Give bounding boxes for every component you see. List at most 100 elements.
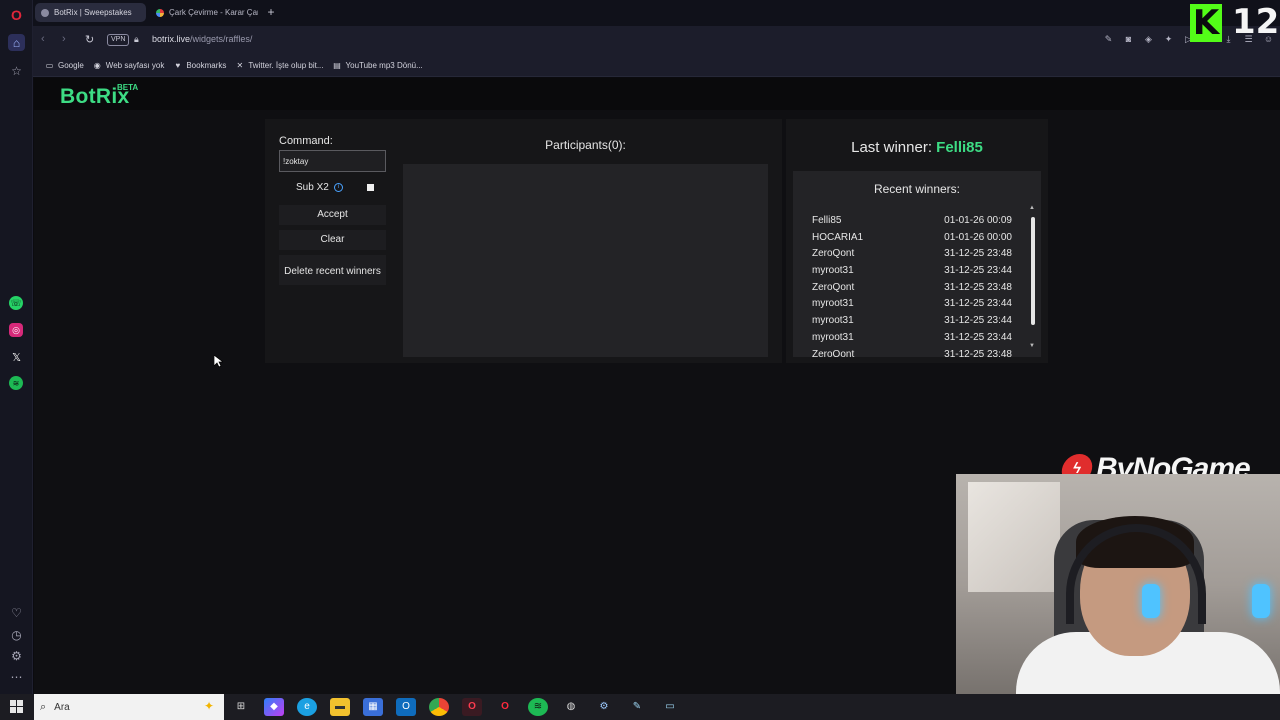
winner-row: myroot31 31-12-25 23:44 (812, 330, 1012, 347)
task-view-icon[interactable]: ⊞ (231, 698, 251, 716)
windows-taskbar: ⌕ Ara ✦ ⊞ ◆ e ▬ ▦ O O O ≋ ◍ ⚙ ✎ ▭ (0, 694, 1280, 720)
accept-button[interactable]: Accept (279, 205, 386, 225)
sub-x2-label: Sub X2 (296, 182, 329, 193)
search-placeholder: Ara (54, 701, 70, 713)
tab-label: Çark Çevirme - Karar Çark (169, 8, 258, 17)
opera-gx-icon[interactable]: O (462, 698, 482, 716)
tab-wheel[interactable]: Çark Çevirme - Karar Çark (150, 3, 258, 22)
scroll-down-icon[interactable]: ▼ (1029, 343, 1035, 349)
scrollbar-thumb[interactable] (1031, 217, 1035, 325)
edge-icon[interactable]: e (297, 698, 317, 716)
scrollbar[interactable]: ▲ ▼ (1029, 205, 1036, 351)
mouse-cursor-icon (214, 355, 223, 368)
winner-name: ZeroQont (812, 348, 855, 358)
sparkle-icon: ✦ (203, 699, 214, 713)
clear-button[interactable]: Clear (279, 230, 386, 250)
winner-row: ZeroQont 31-12-25 23:48 (812, 347, 1012, 358)
wheel-favicon-icon (156, 8, 164, 17)
command-input[interactable] (279, 150, 386, 172)
outlook-icon[interactable]: O (396, 698, 416, 716)
participants-list (403, 164, 768, 357)
folder-icon: ▭ (45, 60, 54, 70)
bookmark-web[interactable]: ◉ Web sayfası yok (93, 61, 165, 70)
home-icon[interactable]: ⌂ (8, 34, 25, 51)
steam-icon[interactable]: ⚙ (594, 698, 614, 716)
winner-row: HOCARIA1 01-01-26 00:00 (812, 230, 1012, 247)
whatsapp-icon[interactable]: ☏ (9, 296, 23, 310)
tab-label: BotRix | Sweepstakes (54, 8, 132, 17)
winner-time: 31-12-25 23:44 (944, 265, 1012, 277)
vpn-badge[interactable]: VPN (107, 34, 130, 46)
heart-icon: ♥ (175, 60, 181, 70)
extension-icon[interactable]: ✦ (1163, 32, 1174, 46)
page-icon: ▤ (333, 60, 341, 70)
info-icon[interactable]: i (333, 183, 343, 192)
search-icon: ⌕ (40, 700, 47, 713)
winner-row: ZeroQont 31-12-25 23:48 (812, 246, 1012, 263)
heart-icon[interactable]: ♡ (8, 604, 25, 621)
windows-start-icon[interactable] (10, 700, 23, 713)
monitor-icon[interactable]: ▭ (660, 698, 680, 716)
sub-x2-checkbox[interactable] (367, 184, 374, 191)
tab-botrix[interactable]: BotRix | Sweepstakes (35, 3, 146, 22)
bookmark-twitter[interactable]: ✕ Twitter. İşte olup bit... (235, 60, 324, 70)
winner-row: myroot31 31-12-25 23:44 (812, 313, 1012, 330)
winner-row: Felli85 01-01-26 00:09 (812, 213, 1012, 230)
bookmark-label: Bookmarks (186, 60, 227, 70)
chrome-icon: ◉ (93, 60, 101, 70)
bookmark-youtube[interactable]: ▤ YouTube mp3 Dönü... (333, 61, 423, 70)
delete-recent-winners-button[interactable]: Delete recent winners (279, 255, 386, 285)
url-path: /widgets/raffles/ (190, 34, 253, 44)
bookmark-google[interactable]: ▭ Google (45, 61, 84, 70)
recent-winners-title: Recent winners: (873, 182, 961, 196)
new-tab-button[interactable]: + (264, 5, 278, 19)
spotify-icon[interactable]: ≋ (528, 698, 548, 716)
winner-row: myroot31 31-12-25 23:44 (812, 296, 1012, 313)
webcam-feed (956, 474, 1280, 720)
winner-name: myroot31 (812, 315, 854, 327)
notepad-icon[interactable]: ✎ (627, 698, 647, 716)
recent-winners-box[interactable]: Recent winners: Felli85 01-01-26 00:09 HOC… (793, 171, 1041, 357)
x-icon[interactable]: 𝕏 (8, 349, 25, 366)
opera-sidebar: O ⌂ ☆ ☏ ◎ 𝕏 ≋ ♡ ◷ ⚙ ⋯ (0, 0, 33, 694)
reload-icon[interactable]: ↻ (85, 33, 94, 46)
gear-icon[interactable]: ⚙ (8, 647, 25, 664)
url-field[interactable]: botrix.live/widgets/raffles/ (152, 34, 252, 44)
back-arrow-icon[interactable]: ‹ (41, 33, 45, 45)
obs-icon[interactable]: ◍ (561, 698, 581, 716)
history-icon[interactable]: ◷ (8, 626, 25, 643)
opera-logo-icon[interactable]: O (8, 6, 25, 23)
camera-icon[interactable]: ◙ (1123, 32, 1134, 46)
command-label: Command: (279, 135, 333, 147)
more-icon[interactable]: ⋯ (8, 668, 25, 685)
instagram-icon[interactable]: ◎ (9, 323, 23, 337)
folder-icon[interactable]: ▬ (330, 698, 350, 716)
bookmark-label: Google (58, 60, 84, 70)
url-host: botrix.live (152, 34, 191, 44)
shield-icon[interactable]: ◈ (1143, 32, 1154, 46)
winner-name: Felli85 (812, 215, 842, 226)
botrix-favicon-icon (41, 8, 49, 17)
bookmark-label: YouTube mp3 Dönü... (345, 60, 423, 70)
address-bar: ‹ › ↻ VPN 🔒︎ botrix.live/widgets/raffles… (33, 26, 1280, 54)
winner-time: 01-01-26 00:00 (944, 231, 1012, 243)
opera-icon[interactable]: O (495, 698, 515, 716)
forward-arrow-icon[interactable]: › (62, 33, 66, 45)
x-icon: ✕ (236, 60, 244, 70)
scroll-up-icon[interactable]: ▲ (1029, 205, 1035, 211)
bookmark-label: Twitter. İşte olup bit... (248, 60, 324, 70)
headset-light-left (1142, 584, 1160, 618)
chrome-icon[interactable] (429, 698, 449, 716)
winner-time: 31-12-25 23:44 (944, 298, 1012, 310)
store-icon[interactable]: ▦ (363, 698, 383, 716)
taskbar-search[interactable]: ⌕ Ara ✦ (34, 694, 224, 720)
copilot-icon[interactable]: ◆ (264, 698, 284, 716)
bookmark-bookmarks[interactable]: ♥ Bookmarks (173, 61, 226, 70)
headset-light-right (1252, 584, 1270, 618)
edit-icon[interactable]: ✎ (1103, 32, 1114, 46)
winner-name: myroot31 (812, 331, 854, 343)
lock-icon[interactable]: 🔒︎ (134, 34, 139, 45)
spotify-icon[interactable]: ≋ (9, 376, 23, 390)
star-icon[interactable]: ☆ (8, 62, 25, 79)
winner-time: 01-01-26 00:09 (944, 215, 1012, 226)
